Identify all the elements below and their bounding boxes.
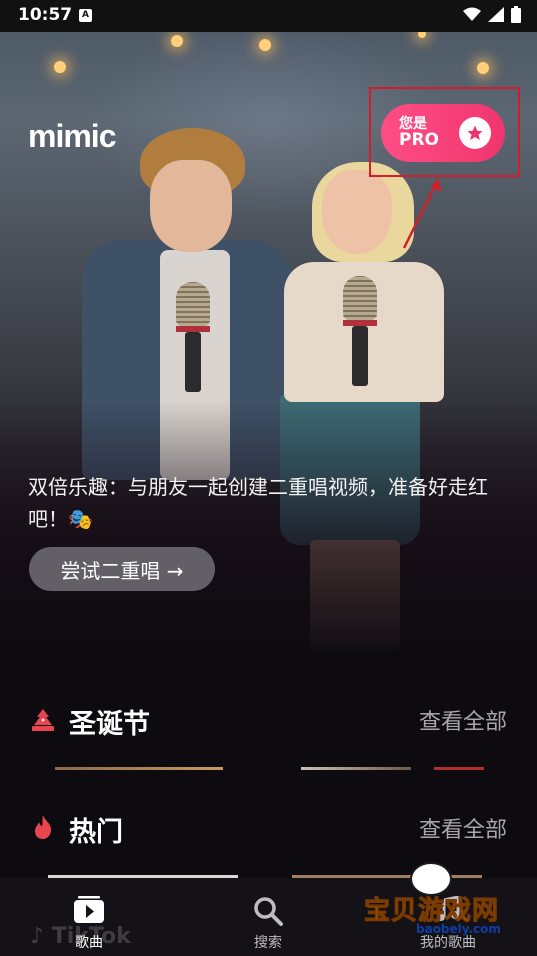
- singer-face: [150, 160, 232, 252]
- pro-badge-line2: PRO: [399, 130, 440, 150]
- search-icon: [254, 897, 283, 926]
- thumbnail-strip[interactable]: [55, 767, 223, 770]
- tiktok-watermark: ♪ TikTok: [30, 924, 131, 949]
- singer-legs: [310, 540, 400, 650]
- stage-light: [259, 39, 271, 51]
- app-logo: mimic: [28, 118, 116, 154]
- status-icons: [463, 6, 521, 23]
- pro-badge-button[interactable]: 您是 PRO: [381, 104, 505, 162]
- microphone: [176, 282, 210, 392]
- view-all-link[interactable]: 查看全部: [419, 812, 507, 844]
- site-watermark: 宝贝游戏网 baobely.com: [358, 862, 518, 952]
- wifi-icon: [463, 7, 481, 21]
- thumbnail-strip[interactable]: [301, 767, 411, 770]
- christmas-tree-icon: [32, 708, 54, 736]
- promo-text: 双倍乐趣：与朋友一起创建二重唱视频，准备好走红吧！🎭: [28, 475, 488, 531]
- microphone: [343, 276, 377, 386]
- thumbnail-strip[interactable]: [434, 767, 484, 770]
- section-title: 圣诞节: [69, 709, 150, 740]
- view-all-link[interactable]: 查看全部: [419, 704, 507, 736]
- nav-label: 搜索: [254, 935, 282, 951]
- play-icon: [74, 896, 104, 923]
- notification-icon: A: [79, 9, 92, 22]
- section-christmas: 圣诞节 查看全部: [0, 700, 537, 740]
- stage-light: [171, 35, 183, 47]
- battery-icon: [511, 6, 521, 23]
- try-duet-button[interactable]: 尝试二重唱 →: [29, 547, 215, 591]
- fire-icon: [34, 815, 52, 843]
- watermark-url: baobely.com: [416, 922, 501, 936]
- singer-face: [322, 170, 392, 254]
- christmas-thumbnails[interactable]: [0, 767, 537, 771]
- section-title: 热门: [69, 817, 123, 848]
- star-icon: [459, 117, 491, 149]
- nav-search[interactable]: 搜索: [208, 878, 328, 956]
- signal-icon: [488, 7, 504, 22]
- status-time: 10:57: [18, 5, 73, 25]
- stage-light: [54, 61, 66, 73]
- stage-light: [477, 62, 489, 74]
- annotation-arrow: [402, 178, 442, 249]
- section-hot: 热门 查看全部: [0, 808, 537, 848]
- status-bar: 10:57 A: [0, 0, 537, 32]
